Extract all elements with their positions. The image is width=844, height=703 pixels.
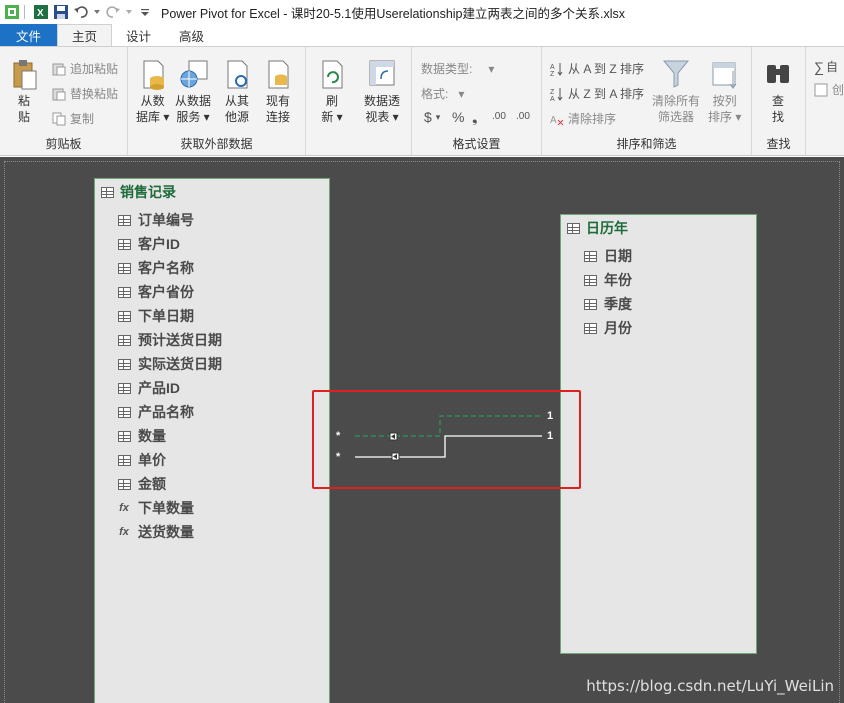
format-group-label: 格式设置 — [452, 137, 501, 151]
svg-text:X: X — [37, 8, 44, 19]
data-type-dropdown[interactable]: 数据类型: ▾ — [421, 60, 494, 77]
highlight-box — [312, 390, 581, 489]
clear-sort-icon: A — [550, 112, 564, 126]
external-data-group-label: 获取外部数据 — [180, 137, 253, 151]
ribbon: 粘 贴 追加粘贴 替换粘贴 复制 剪贴板 从数 据库 ▾ 从数据 服务 ▾ 从其… — [0, 46, 844, 156]
tab-design[interactable]: 设计 — [112, 24, 165, 46]
sort-filter-group: AZ 从 A 到 Z 排序 ZA 从 Z 到 A 排序 A 清除排序 清除所有 … — [542, 47, 752, 155]
sort-z-to-a-button[interactable]: ZA 从 Z 到 A 排序 — [550, 85, 644, 103]
save-icon[interactable] — [53, 4, 69, 20]
increase-decimal-icon: .00 — [492, 111, 506, 122]
from-database-button[interactable]: 从数 据库 ▾ — [136, 57, 169, 125]
paste-button[interactable]: 粘 贴 — [10, 57, 38, 125]
refresh-icon — [318, 57, 346, 91]
ribbon-tabs: 文件 主页 设计 高级 — [0, 24, 844, 46]
existing-connections-button[interactable]: 现有 连接 — [264, 57, 292, 125]
tab-advanced[interactable]: 高级 — [165, 24, 218, 46]
data-service-icon — [179, 57, 208, 91]
excel-icon[interactable]: X — [33, 4, 49, 20]
powerpivot-app-icon — [4, 4, 20, 20]
existing-connections-icon — [264, 57, 292, 91]
external-data-group: 从数 据库 ▾ 从数据 服务 ▾ 从其 他源 现有 连接 获取外部数据 — [128, 47, 306, 155]
clipboard-group: 粘 贴 追加粘贴 替换粘贴 复制 剪贴板 — [0, 47, 128, 155]
customize-toolbar-icon[interactable] — [137, 4, 153, 20]
replace-paste-icon — [52, 87, 66, 101]
create-kpi-button[interactable]: 创 — [814, 81, 844, 98]
decrease-decimal-button[interactable]: .00 — [516, 111, 530, 122]
clear-filter-icon — [662, 57, 690, 91]
sort-by-column-button[interactable]: 按列 排序 ▾ — [708, 57, 741, 125]
svg-text:A: A — [550, 96, 555, 101]
window-title: Power Pivot for Excel - 课时20-5.1使用Userel… — [161, 6, 626, 21]
from-other-sources-button[interactable]: 从其 他源 — [223, 57, 251, 125]
kpi-icon — [814, 83, 828, 97]
binoculars-icon — [764, 57, 792, 91]
calculations-group: ∑ 自 创 — [806, 47, 844, 155]
refresh-pivot-group: 刷 新 ▾ 数据透 视表 ▾ — [306, 47, 412, 155]
copy-button[interactable]: 复制 — [52, 110, 94, 127]
svg-text:A: A — [550, 64, 555, 71]
undo-dropdown-icon[interactable] — [93, 4, 101, 20]
sort-filter-group-label: 排序和筛选 — [616, 137, 677, 151]
find-button[interactable]: 查 找 — [764, 57, 792, 125]
database-icon — [139, 57, 167, 91]
clipboard-group-label: 剪贴板 — [45, 137, 82, 151]
tab-file[interactable]: 文件 — [0, 24, 58, 46]
increase-decimal-button[interactable]: .00 — [492, 111, 506, 122]
from-data-service-button[interactable]: 从数据 服务 ▾ — [175, 57, 211, 125]
sort-by-column-icon — [711, 57, 739, 91]
title-bar: X Power Pivot for Excel - 课时20-5.1使用User… — [0, 0, 844, 24]
other-sources-icon — [223, 57, 251, 91]
pivot-table-icon — [368, 57, 396, 91]
append-paste-button[interactable]: 追加粘贴 — [52, 60, 118, 77]
tab-home[interactable]: 主页 — [57, 24, 113, 46]
svg-text:A: A — [550, 115, 557, 126]
percent-button[interactable]: % — [452, 109, 464, 125]
clear-sort-button[interactable]: A 清除排序 — [550, 110, 616, 127]
copy-icon — [52, 112, 66, 126]
find-group-label: 查找 — [766, 137, 791, 151]
find-group: 查 找 查找 — [752, 47, 806, 155]
sort-a-to-z-button[interactable]: AZ 从 A 到 Z 排序 — [550, 60, 644, 78]
append-paste-icon — [52, 62, 66, 76]
format-group: 数据类型: ▾ 格式: ▾ $ ▾ % ❟ .00 .00 格式设置 — [412, 47, 542, 155]
decrease-decimal-icon: .00 — [516, 111, 530, 122]
paste-icon — [10, 57, 38, 91]
svg-text:Z: Z — [550, 89, 555, 96]
comma-button[interactable]: ❟ — [472, 109, 478, 126]
format-dropdown[interactable]: 格式: ▾ — [421, 85, 464, 102]
replace-paste-button[interactable]: 替换粘贴 — [52, 85, 118, 102]
watermark: https://blog.csdn.net/LuYi_WeiLin — [586, 677, 834, 695]
clear-all-filters-button[interactable]: 清除所有 筛选器 — [652, 57, 700, 125]
pivot-table-button[interactable]: 数据透 视表 ▾ — [364, 57, 400, 125]
sort-ascending-icon: AZ — [550, 62, 564, 78]
undo-icon[interactable] — [73, 4, 89, 20]
svg-text:Z: Z — [550, 71, 555, 76]
refresh-button[interactable]: 刷 新 ▾ — [318, 57, 346, 125]
redo-icon[interactable] — [105, 4, 121, 20]
currency-button[interactable]: $ ▾ — [424, 109, 440, 125]
autosum-button[interactable]: ∑ 自 — [814, 58, 838, 75]
sort-descending-icon: ZA — [550, 87, 564, 103]
sigma-icon: ∑ — [814, 58, 824, 75]
redo-dropdown-icon[interactable] — [125, 4, 133, 20]
